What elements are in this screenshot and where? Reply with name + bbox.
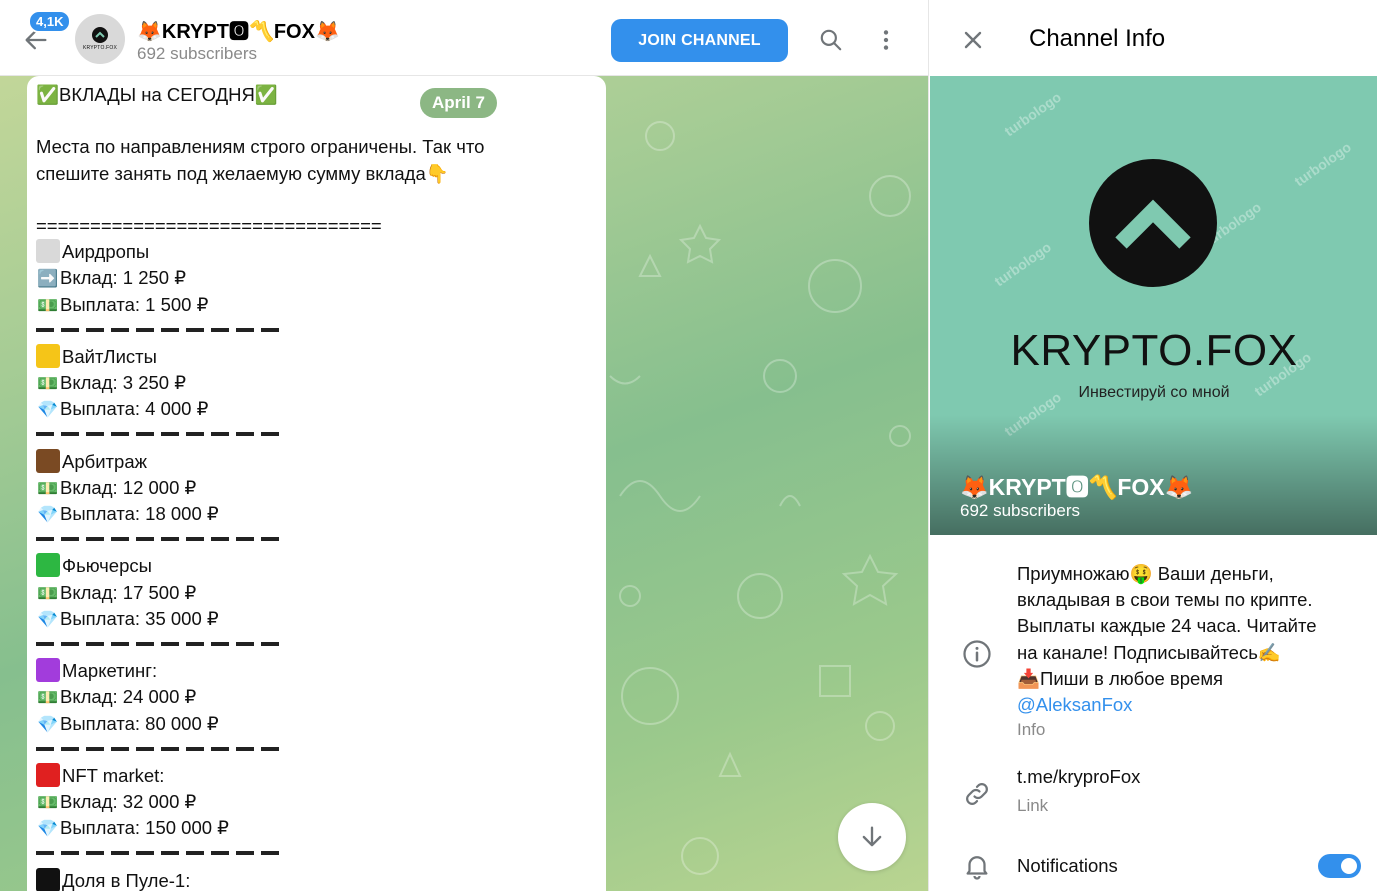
brown-square-icon: [36, 448, 60, 473]
channel-info-panel: Channel Info turbologo turbologo turbolo…: [928, 0, 1377, 891]
post-section-pool: Доля в Пуле-1:: [36, 867, 597, 891]
close-icon: [964, 31, 982, 49]
black-square-icon: [36, 867, 60, 891]
watermark: turbologo: [991, 238, 1054, 290]
link-icon: [961, 778, 993, 810]
avatar[interactable]: KRYPTO.FOX: [75, 14, 125, 64]
dash-divider: [36, 851, 597, 867]
channel-post: ✅ВКЛАДЫ на СЕГОДНЯ✅ Места по направления…: [27, 76, 606, 891]
cover-channel-title: 🦊KRYPT🅾〽️FOX🦊: [960, 474, 1194, 500]
cover-subscriber-count: 692 subscribers: [960, 501, 1081, 520]
channel-cover[interactable]: turbologo turbologo turbologo turbologo …: [930, 76, 1377, 535]
scroll-down-button[interactable]: [838, 803, 906, 871]
more-menu-button[interactable]: [870, 24, 902, 56]
watermark: turbologo: [1001, 88, 1064, 140]
date-pill: April 7: [420, 88, 497, 118]
avatar-text: KRYPTO.FOX: [82, 45, 118, 51]
post-section-futures: Фьючерсы 💵Вклад: 17 500 ₽ 💎Выплата: 35 0…: [36, 553, 597, 658]
money-icon: 💵: [37, 374, 59, 395]
more-vertical-icon: [883, 30, 889, 50]
close-button[interactable]: [957, 24, 989, 56]
subscriber-count: 692 subscribers: [137, 44, 258, 63]
logo-circle-icon: [1089, 159, 1217, 287]
arrow-right-icon: ➡️: [37, 269, 59, 290]
post-intro-line-1: Места по направлениям строго ограничены.…: [36, 136, 485, 158]
cover-brand: KRYPTO.FOX: [1010, 326, 1298, 375]
notifications-toggle[interactable]: [1318, 854, 1361, 878]
mention-link[interactable]: @AleksanFox: [1017, 692, 1367, 718]
diamond-icon: 💎: [37, 505, 59, 525]
channel-description[interactable]: Приумножаю🤑 Ваши деньги, вкладывая в сво…: [1017, 561, 1367, 718]
money-icon: 💵: [37, 295, 59, 316]
info-title: Channel Info: [1029, 25, 1166, 52]
chat-header: 4,1K KRYPTO.FOX 🦊KRYPT🅾〽️FOX🦊 692 subscr…: [0, 0, 928, 76]
notifications-label: Notifications: [1017, 855, 1118, 876]
yellow-square-icon: [36, 343, 60, 368]
diamond-icon: 💎: [37, 400, 59, 421]
red-square-icon: [36, 762, 60, 787]
channel-title[interactable]: 🦊KRYPT🅾〽️FOX🦊: [137, 15, 340, 44]
diamond-icon: 💎: [37, 819, 59, 840]
dash-divider: [36, 746, 597, 763]
post-separator: ================================: [36, 214, 382, 236]
dash-divider: [36, 432, 597, 448]
post-section-arbitrage: Арбитраж 💵Вклад: 12 000 ₽ 💎Выплата: 18 0…: [36, 448, 597, 554]
money-icon: 💵: [37, 688, 59, 709]
bell-icon: [961, 850, 993, 882]
post-section-nft-market: NFT market: 💵Вклад: 32 000 ₽ 💎Выплата: 1…: [36, 762, 597, 868]
post-intro-line-2: спешите занять под желаемую сумму вклада…: [36, 162, 449, 184]
info-caption: Info: [1017, 720, 1046, 739]
dash-divider: [36, 641, 597, 658]
diamond-icon: 💎: [37, 714, 59, 735]
arrow-down-icon: [862, 826, 882, 847]
chat-area: 4,1K KRYPTO.FOX 🦊KRYPT🅾〽️FOX🦊 692 subscr…: [0, 0, 928, 891]
cover-tagline: Инвестируй со мной: [1078, 384, 1230, 401]
watermark: turbologo: [1291, 138, 1354, 190]
post-headline: ✅ВКЛАДЫ на СЕГОДНЯ✅: [36, 84, 278, 105]
diamond-icon: 💎: [37, 609, 59, 630]
post-section-airdrops: Аирдропы ➡️Вклад: 1 250 ₽ 💵Выплата: 1 50…: [36, 239, 597, 344]
search-icon: [820, 29, 842, 51]
money-icon: 💵: [37, 478, 59, 499]
post-section-marketing: Маркетинг: 💵Вклад: 24 000 ₽ 💎Выплата: 80…: [36, 658, 597, 763]
post-section-whitelists: ВайтЛисты 💵Вклад: 3 250 ₽ 💎Выплата: 4 00…: [36, 343, 597, 449]
dash-divider: [36, 537, 597, 553]
green-square-icon: [36, 553, 60, 578]
channel-link[interactable]: t.me/kryproFox: [1017, 766, 1140, 788]
unread-badge: 4,1K: [28, 10, 72, 33]
search-button[interactable]: [815, 24, 847, 56]
info-header: Channel Info: [929, 0, 1377, 76]
money-icon: 💵: [37, 583, 59, 604]
grey-square-icon: [36, 239, 60, 264]
money-icon: 💵: [37, 793, 59, 814]
purple-square-icon: [36, 658, 60, 683]
join-channel-button[interactable]: JOIN CHANNEL: [611, 19, 788, 62]
info-icon: [961, 638, 993, 670]
link-caption: Link: [1017, 796, 1049, 815]
dash-divider: [36, 327, 597, 344]
avatar-logo-icon: [92, 27, 108, 43]
